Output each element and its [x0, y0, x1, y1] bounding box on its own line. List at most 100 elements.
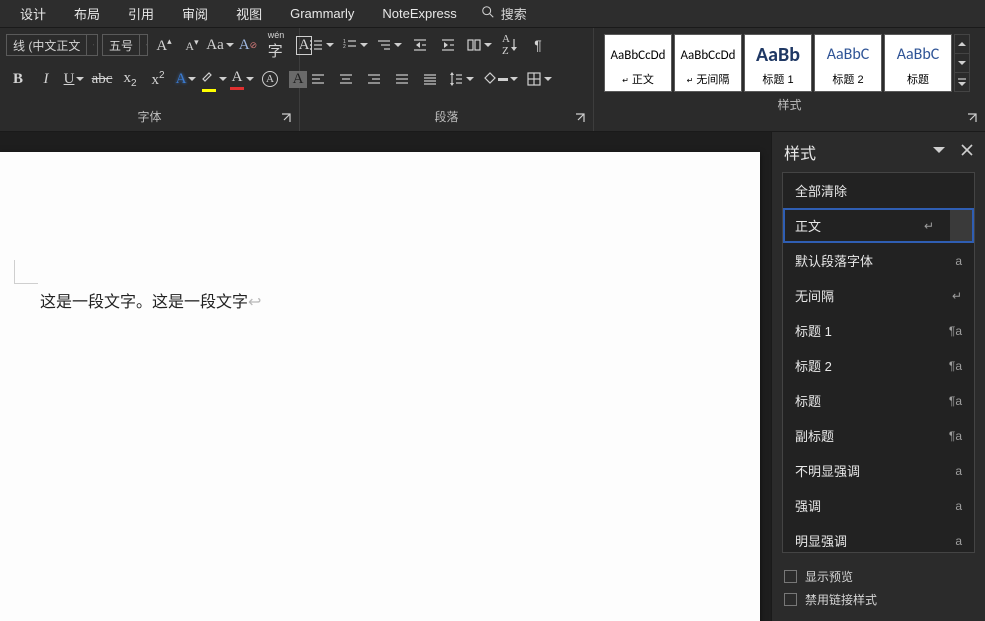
style-item-tag: ¶a: [949, 324, 962, 338]
style-item-tag: a: [955, 464, 962, 478]
style-tile-normal[interactable]: AaBbCcDd↵ 正文: [604, 34, 672, 92]
menu-item-grammarly[interactable]: Grammarly: [276, 0, 368, 27]
style-tile-no-spacing[interactable]: AaBbCcDd↵ 无间隔: [674, 34, 742, 92]
sort-button[interactable]: AZ: [498, 32, 522, 58]
pane-title: 样式: [784, 140, 816, 164]
clear-formatting-button[interactable]: A⊘: [236, 32, 260, 58]
menu-item-design[interactable]: 设计: [6, 0, 60, 27]
style-item-tag: ↵: [924, 219, 934, 233]
gallery-scroll-up[interactable]: [955, 35, 969, 54]
style-item-label: 强调: [795, 496, 821, 515]
document-canvas[interactable]: 这是一段文字。这是一段文字↩: [0, 132, 771, 621]
paragraph-dialog-launcher[interactable]: [573, 111, 587, 125]
style-item-1[interactable]: 正文↵: [783, 208, 974, 243]
subscript-button[interactable]: x2: [118, 66, 142, 92]
style-tile-title[interactable]: AaBbC标题: [884, 34, 952, 92]
margin-corner-icon: [14, 260, 38, 284]
group-label-font: 字体: [6, 104, 293, 131]
shading-button[interactable]: [480, 66, 520, 92]
style-item-0[interactable]: 全部清除: [783, 173, 974, 208]
align-justify-button[interactable]: [390, 66, 414, 92]
style-item-5[interactable]: 标题 2¶a: [783, 348, 974, 383]
style-item-9[interactable]: 强调a: [783, 488, 974, 523]
grow-font-button[interactable]: A▴: [152, 32, 176, 58]
strikethrough-button[interactable]: abc: [90, 66, 114, 92]
ribbon: 线 (中文正文 五号 A▴ A▾ Aa A⊘ wén字 A B I U abc: [0, 28, 985, 132]
menu-bar: 设计 布局 引用 审阅 视图 Grammarly NoteExpress 搜索: [0, 0, 985, 28]
style-item-3[interactable]: 无间隔 ↵: [783, 278, 974, 313]
style-item-tag: a: [955, 254, 962, 268]
style-item-label: 全部清除: [795, 181, 847, 200]
style-item-7[interactable]: 副标题¶a: [783, 418, 974, 453]
pane-options-button[interactable]: [933, 143, 945, 161]
style-tile-heading2[interactable]: AaBbC标题 2: [814, 34, 882, 92]
style-tile-heading1[interactable]: AaBb标题 1: [744, 34, 812, 92]
menu-item-view[interactable]: 视图: [222, 0, 276, 27]
chevron-down-icon: [139, 35, 153, 55]
align-center-button[interactable]: [334, 66, 358, 92]
highlight-color-button[interactable]: [202, 66, 226, 92]
underline-button[interactable]: U: [62, 66, 86, 92]
shrink-font-button[interactable]: A▾: [180, 32, 204, 58]
disable-linked-checkbox[interactable]: 禁用链接样式: [784, 588, 973, 611]
text-effects-button[interactable]: A: [174, 66, 198, 92]
align-right-button[interactable]: [362, 66, 386, 92]
phonetic-guide-button[interactable]: wén字: [264, 32, 288, 58]
show-preview-label: 显示预览: [805, 568, 853, 585]
style-item-10[interactable]: 明显强调a: [783, 523, 974, 553]
italic-button[interactable]: I: [34, 66, 58, 92]
workspace: 这是一段文字。这是一段文字↩ 样式 全部清除正文↵ 默认段落字体 a 无间隔 ↵ 标题 1…: [0, 132, 985, 621]
line-spacing-button[interactable]: [446, 66, 476, 92]
decrease-indent-button[interactable]: [408, 32, 432, 58]
change-case-button[interactable]: Aa: [208, 32, 232, 58]
svg-text:2: 2: [343, 44, 346, 50]
search-box[interactable]: 搜索: [471, 4, 537, 23]
style-item-label: 标题 1: [795, 321, 832, 340]
styles-pane: 样式 全部清除正文↵默认段落字体a无间隔↵标题 1¶a标题 2¶a标题¶a副标题…: [771, 132, 985, 621]
style-item-tag: ¶a: [949, 359, 962, 373]
font-size-combo[interactable]: 五号: [102, 34, 148, 56]
style-item-6[interactable]: 标题 ¶a: [783, 383, 974, 418]
align-distributed-button[interactable]: [418, 66, 442, 92]
style-item-4[interactable]: 标题 1 ¶a: [783, 313, 974, 348]
paint-bucket-icon: [482, 69, 498, 90]
ribbon-group-font: 线 (中文正文 五号 A▴ A▾ Aa A⊘ wén字 A B I U abc: [0, 28, 300, 131]
styles-list[interactable]: 全部清除正文↵默认段落字体a无间隔↵标题 1¶a标题 2¶a标题¶a副标题¶a不…: [782, 172, 975, 553]
menu-item-references[interactable]: 引用: [114, 0, 168, 27]
show-preview-checkbox[interactable]: 显示预览: [784, 565, 973, 588]
borders-button[interactable]: [524, 66, 554, 92]
circled-char-button[interactable]: A: [258, 66, 282, 92]
search-icon: [481, 5, 495, 22]
menu-item-layout[interactable]: 布局: [60, 0, 114, 27]
styles-dialog-launcher[interactable]: [965, 111, 979, 125]
document-body-text[interactable]: 这是一段文字。这是一段文字↩: [40, 288, 261, 312]
style-item-2[interactable]: 默认段落字体 a: [783, 243, 974, 278]
document-page: 这是一段文字。这是一段文字↩: [0, 152, 760, 621]
show-marks-button[interactable]: ¶: [526, 32, 550, 58]
superscript-button[interactable]: x2: [146, 66, 170, 92]
numbering-button[interactable]: 12: [340, 32, 370, 58]
gallery-expand[interactable]: [955, 73, 969, 91]
font-color-button[interactable]: A: [230, 66, 254, 92]
chevron-down-icon: [86, 35, 100, 55]
align-left-button[interactable]: [306, 66, 330, 92]
menu-item-noteexpress[interactable]: NoteExpress: [368, 0, 470, 27]
gallery-scroll-down[interactable]: [955, 54, 969, 73]
font-dialog-launcher[interactable]: [279, 111, 293, 125]
increase-indent-button[interactable]: [436, 32, 460, 58]
font-name-combo[interactable]: 线 (中文正文: [6, 34, 98, 56]
asian-layout-button[interactable]: [464, 32, 494, 58]
style-item-tag: ¶a: [949, 394, 962, 408]
menu-item-review[interactable]: 审阅: [168, 0, 222, 27]
style-item-label: 无间隔: [795, 286, 834, 305]
bullets-button[interactable]: [306, 32, 336, 58]
bold-button[interactable]: B: [6, 66, 30, 92]
style-item-8[interactable]: 不明显强调a: [783, 453, 974, 488]
style-item-label: 标题: [795, 391, 821, 410]
ribbon-group-styles: AaBbCcDd↵ 正文 AaBbCcDd↵ 无间隔 AaBb标题 1 AaBb…: [594, 28, 985, 131]
multilevel-list-button[interactable]: [374, 32, 404, 58]
style-item-tag: ↵: [952, 289, 962, 303]
pane-close-button[interactable]: [961, 143, 973, 161]
font-name-value: 线 (中文正文: [7, 37, 86, 54]
style-item-label: 默认段落字体: [795, 251, 873, 270]
